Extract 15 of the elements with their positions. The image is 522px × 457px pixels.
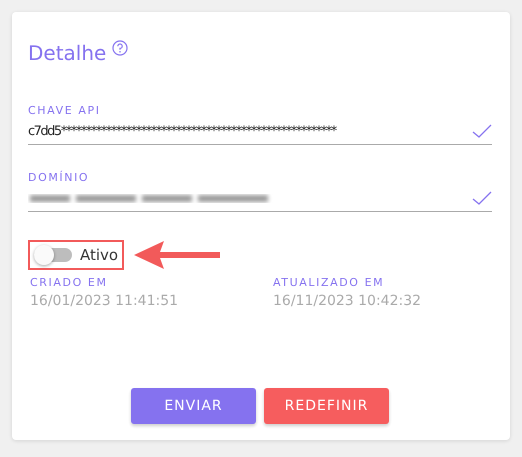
input-field[interactable]: c7dd5******************************************************* xyxy=(28,118,492,145)
field-label: CHAVE API xyxy=(28,104,102,118)
check-icon xyxy=(472,124,492,138)
toggle-label: Ativo xyxy=(80,246,118,264)
date-label: ATUALIZADO EM xyxy=(273,276,386,290)
help-icon[interactable] xyxy=(112,40,128,56)
reset-button[interactable]: REDEFINIR xyxy=(264,388,389,424)
check-icon xyxy=(472,191,492,205)
date-value: 16/11/2023 10:42:32 xyxy=(273,292,422,311)
field-label: DOMÍNIO xyxy=(28,171,90,185)
date-label: CRIADO EM xyxy=(30,276,109,290)
submit-button[interactable]: ENVIAR xyxy=(131,388,256,424)
toggle-switch[interactable] xyxy=(34,248,72,262)
date-value: 16/01/2023 11:41:51 xyxy=(30,292,180,311)
card-title: Detalhe xyxy=(28,40,106,66)
